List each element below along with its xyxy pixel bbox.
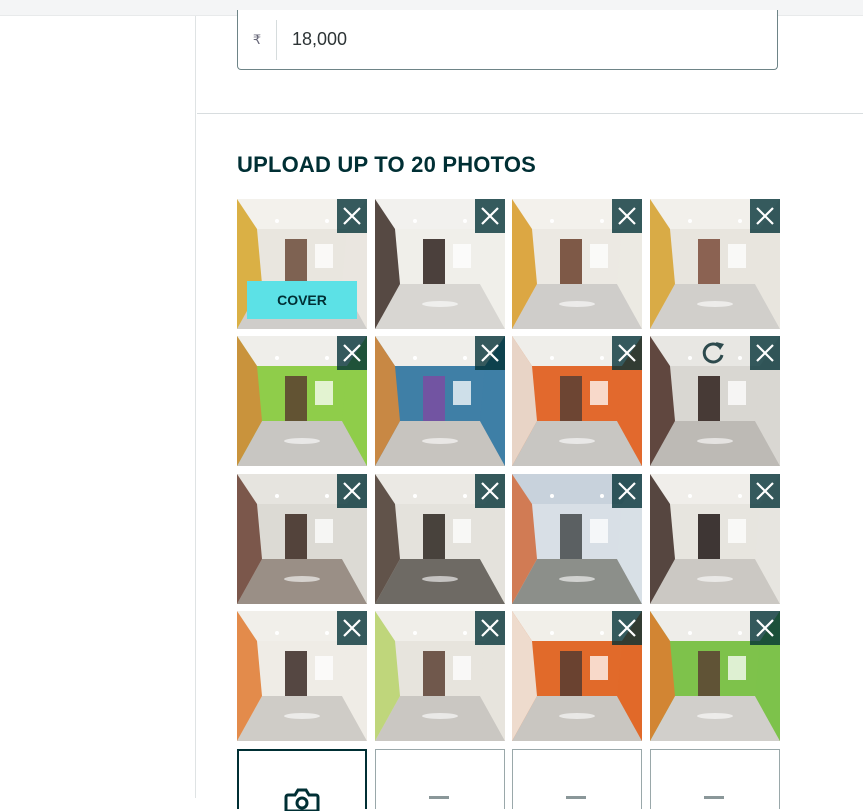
- add-photo-slot[interactable]: [237, 749, 367, 811]
- remove-photo-button[interactable]: [750, 611, 780, 645]
- remove-photo-button[interactable]: [337, 199, 367, 233]
- photo-tile[interactable]: [512, 611, 642, 741]
- photo-tile[interactable]: [512, 199, 642, 329]
- remove-photo-button[interactable]: [337, 611, 367, 645]
- photo-tile[interactable]: [650, 336, 780, 466]
- remove-photo-button[interactable]: [475, 474, 505, 508]
- rotate-icon[interactable]: [698, 338, 728, 368]
- photo-tile[interactable]: [650, 474, 780, 604]
- close-icon: [481, 482, 499, 500]
- remove-photo-button[interactable]: [612, 199, 642, 233]
- empty-photo-slot[interactable]: [512, 749, 642, 809]
- price-value[interactable]: 18,000: [292, 29, 347, 50]
- remove-photo-button[interactable]: [750, 336, 780, 370]
- close-icon: [618, 482, 636, 500]
- currency-symbol: ₹: [252, 32, 262, 47]
- close-icon: [481, 619, 499, 637]
- close-icon: [618, 344, 636, 362]
- remove-photo-button[interactable]: [475, 611, 505, 645]
- photo-tile[interactable]: [237, 611, 367, 741]
- photo-tile[interactable]: [375, 336, 505, 466]
- remove-photo-button[interactable]: [475, 336, 505, 370]
- close-icon: [618, 619, 636, 637]
- remove-photo-button[interactable]: [750, 199, 780, 233]
- close-icon: [756, 619, 774, 637]
- remove-photo-button[interactable]: [612, 336, 642, 370]
- remove-photo-button[interactable]: [337, 336, 367, 370]
- price-input[interactable]: ₹ 18,000: [237, 10, 778, 70]
- photo-tile[interactable]: COVER: [237, 199, 367, 329]
- photo-tile[interactable]: [512, 474, 642, 604]
- photo-tile[interactable]: [237, 336, 367, 466]
- empty-photo-slot[interactable]: [650, 749, 780, 809]
- close-icon: [618, 207, 636, 225]
- close-icon: [756, 344, 774, 362]
- photo-tile[interactable]: [375, 474, 505, 604]
- photo-tile[interactable]: [512, 336, 642, 466]
- left-pane: [0, 16, 196, 798]
- empty-photo-slot[interactable]: [375, 749, 505, 809]
- remove-photo-button[interactable]: [475, 199, 505, 233]
- camera-icon: [284, 788, 320, 811]
- photo-tile[interactable]: [375, 611, 505, 741]
- section-divider: [197, 113, 863, 114]
- photo-tile[interactable]: [375, 199, 505, 329]
- remove-photo-button[interactable]: [612, 611, 642, 645]
- close-icon: [343, 482, 361, 500]
- close-icon: [343, 344, 361, 362]
- close-icon: [343, 207, 361, 225]
- photo-tile[interactable]: [650, 611, 780, 741]
- remove-photo-button[interactable]: [337, 474, 367, 508]
- price-divider: [276, 20, 277, 60]
- cover-badge: COVER: [247, 281, 357, 319]
- remove-photo-button[interactable]: [612, 474, 642, 508]
- close-icon: [756, 207, 774, 225]
- close-icon: [343, 619, 361, 637]
- photo-tile[interactable]: [650, 199, 780, 329]
- close-icon: [481, 207, 499, 225]
- remove-photo-button[interactable]: [750, 474, 780, 508]
- upload-photos-title: UPLOAD UP TO 20 PHOTOS: [237, 152, 537, 177]
- photo-tile[interactable]: [237, 474, 367, 604]
- close-icon: [756, 482, 774, 500]
- close-icon: [481, 344, 499, 362]
